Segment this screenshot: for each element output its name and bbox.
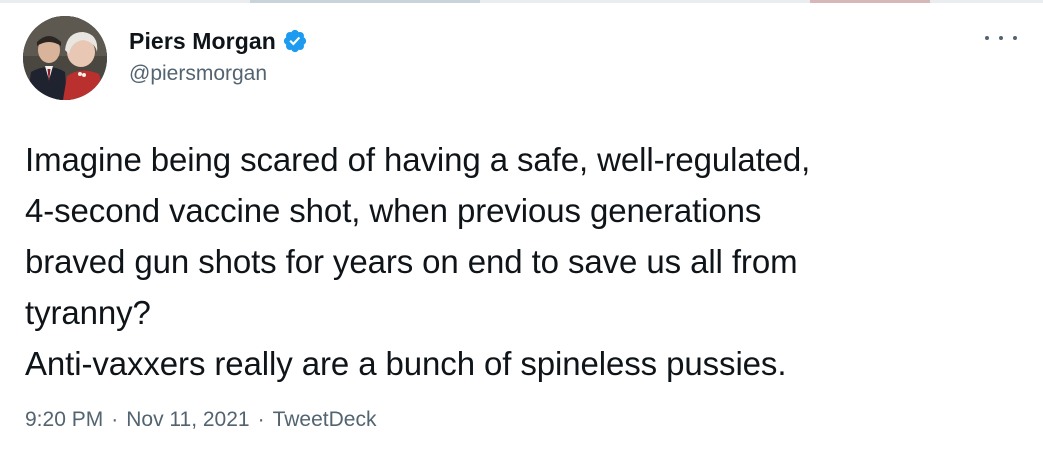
tweet-text-line: Anti-vaxxers really are a bunch of spine… (25, 345, 787, 382)
verified-badge-icon (282, 28, 308, 54)
more-dot (985, 36, 989, 40)
tweet-text: Imagine being scared of having a safe, w… (25, 134, 1015, 389)
meta-separator: · (257, 408, 265, 431)
user-handle[interactable]: @piersmorgan (129, 62, 308, 86)
tweet-source-link[interactable]: TweetDeck (273, 408, 377, 432)
tweet-time[interactable]: 9:20 PM (25, 408, 103, 432)
tweet-text-line: 4-second vaccine shot, when previous gen… (25, 192, 762, 229)
avatar[interactable] (23, 16, 107, 100)
tweet-text-line: braved gun shots for years on end to sav… (25, 243, 798, 280)
tweet-meta: 9:20 PM · Nov 11, 2021 · TweetDeck (25, 408, 376, 432)
tweet-text-line: tyranny? (25, 294, 151, 331)
tweet-text-line: Imagine being scared of having a safe, w… (25, 141, 811, 178)
avatar-image (23, 16, 107, 100)
name-row: Piers Morgan (129, 26, 308, 56)
user-info: Piers Morgan @piersmorgan (129, 26, 308, 86)
more-options-icon[interactable] (985, 31, 1017, 45)
display-name[interactable]: Piers Morgan (129, 28, 276, 55)
tweet-date[interactable]: Nov 11, 2021 (126, 408, 249, 432)
more-dot (999, 36, 1003, 40)
tweet-card: Piers Morgan @piersmorgan Imagine being … (0, 0, 1043, 458)
more-dot (1013, 36, 1017, 40)
meta-separator: · (111, 408, 119, 431)
